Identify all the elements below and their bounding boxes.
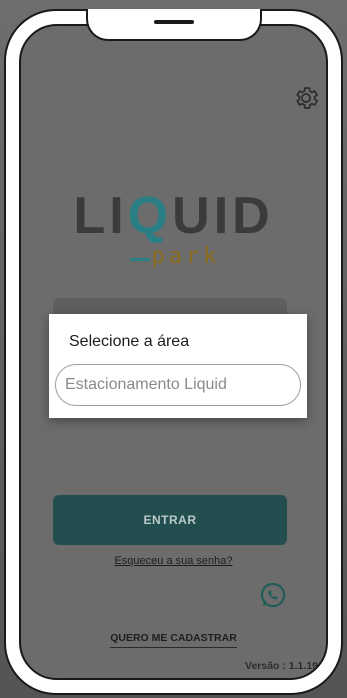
logo-dash xyxy=(129,258,150,261)
phone-notch xyxy=(85,9,262,41)
dialog-title: Selecione a área xyxy=(69,333,190,350)
speaker-icon xyxy=(153,20,194,24)
forgot-password-link[interactable]: Esqueceu a sua senha? xyxy=(21,555,326,567)
register-link[interactable]: QUERO ME CADASTRAR xyxy=(21,632,326,648)
logo-subtext: park xyxy=(151,244,221,269)
enter-button[interactable]: ENTRAR xyxy=(53,495,287,545)
version-label: Versão : 1.1.19 xyxy=(245,660,318,672)
select-area-dialog: Selecione a área xyxy=(49,314,307,418)
liquid-park-logo: LIQUID park xyxy=(74,186,274,276)
area-select-input[interactable] xyxy=(55,364,301,406)
whatsapp-icon[interactable] xyxy=(259,581,287,609)
gear-icon[interactable] xyxy=(292,84,320,112)
logo-wordmark: LIQUID xyxy=(73,187,274,245)
